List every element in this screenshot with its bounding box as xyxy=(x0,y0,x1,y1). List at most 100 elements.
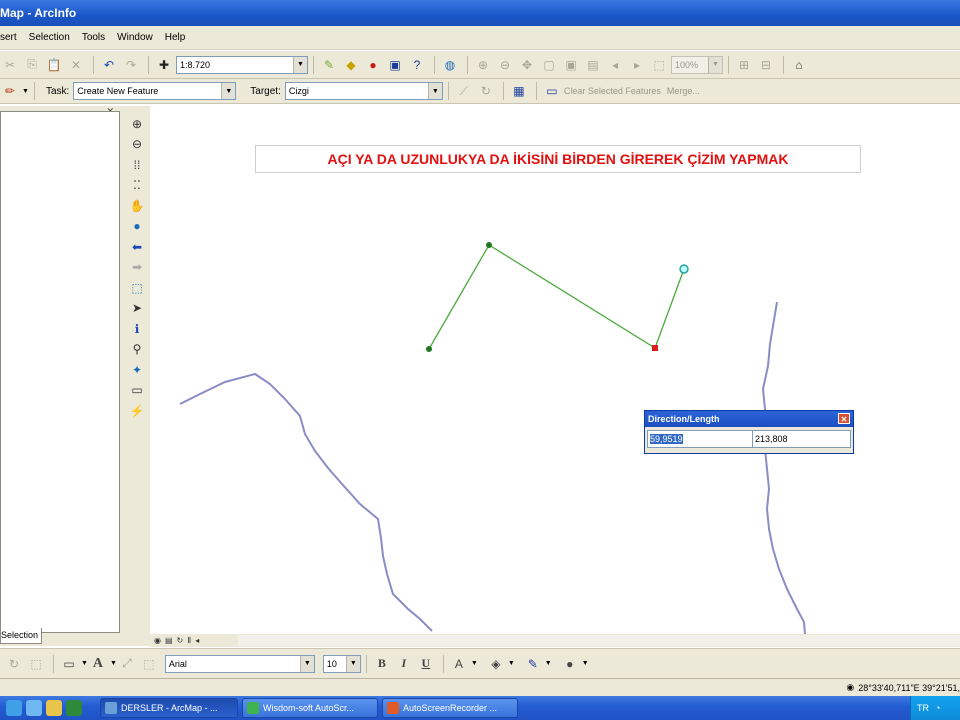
line-color-icon[interactable]: ✎ xyxy=(523,654,543,674)
zoom-to-selected-icon[interactable]: ⬚ xyxy=(26,654,46,674)
chevron-down-icon[interactable]: ▼ xyxy=(545,660,552,667)
close-icon[interactable]: ✕ xyxy=(838,413,850,424)
edit-vertices-icon[interactable]: ⤢ xyxy=(117,654,137,674)
full-extent-icon[interactable]: ● xyxy=(127,217,147,237)
fixed-zoom-in-icon[interactable]: ⁞⁞ xyxy=(127,155,147,175)
font-size-combo[interactable]: 10 ▼ xyxy=(322,654,361,673)
menu-help[interactable]: Help xyxy=(165,32,186,43)
layout-view-icon[interactable]: ▤ xyxy=(165,636,173,645)
language-indicator[interactable]: TR xyxy=(917,703,929,713)
focus-frame-icon[interactable]: ⊟ xyxy=(756,55,776,75)
layout-zoom-in-icon[interactable]: ⊕ xyxy=(473,55,493,75)
rotate-tool-icon[interactable]: ↻ xyxy=(476,81,496,101)
menu-insert[interactable]: sert xyxy=(0,32,17,43)
delete-icon[interactable]: ✕ xyxy=(66,55,86,75)
direction-field[interactable]: 59,9519 xyxy=(647,430,753,448)
scroll-left-icon[interactable]: ◂ xyxy=(195,636,199,645)
rotate-icon[interactable]: ↻ xyxy=(4,654,24,674)
sketch-vertex[interactable] xyxy=(426,346,432,352)
sketch-last-vertex[interactable] xyxy=(652,345,658,351)
quick-launch-ie-icon[interactable] xyxy=(6,700,22,716)
chevron-down-icon[interactable]: ▼ xyxy=(471,660,478,667)
fixed-zoom-out-icon[interactable]: ⁚⁚ xyxy=(127,176,147,196)
chevron-down-icon[interactable]: ▼ xyxy=(708,56,722,73)
paste-icon[interactable]: 📋 xyxy=(44,55,64,75)
text-tool-icon[interactable]: A xyxy=(88,654,108,674)
tab-selection[interactable]: Selection xyxy=(0,628,42,644)
command-line-icon[interactable]: ▣ xyxy=(385,55,405,75)
layout-full-icon[interactable]: ▢ xyxy=(539,55,559,75)
arctoolbox-icon[interactable]: ◆ xyxy=(341,55,361,75)
taskbar-item-arcmap[interactable]: DERSLER - ArcMap - ... xyxy=(100,698,238,718)
cut-icon[interactable]: ✂ xyxy=(0,55,20,75)
task-combo[interactable]: Create New Feature ▼ xyxy=(73,82,237,100)
italic-button[interactable]: I xyxy=(394,654,414,674)
clear-selected-features-button[interactable]: Clear Selected Features xyxy=(564,86,661,96)
underline-button[interactable]: U xyxy=(416,654,436,674)
chevron-down-icon[interactable]: ▼ xyxy=(22,88,29,95)
change-layout-icon[interactable]: ⌂ xyxy=(789,55,809,75)
fill-color-icon[interactable]: ◈ xyxy=(486,654,506,674)
sketch-vertex[interactable] xyxy=(486,242,492,248)
whats-this-icon[interactable]: ? xyxy=(407,55,427,75)
target-combo[interactable]: Cizgi ▼ xyxy=(284,82,443,100)
toggle-draft-icon[interactable]: ⊞ xyxy=(734,55,754,75)
menu-tools[interactable]: Tools xyxy=(82,32,105,43)
marker-color-icon[interactable]: ● xyxy=(560,654,580,674)
attributes-icon[interactable]: ▦ xyxy=(509,81,529,101)
layout-zoom-combo[interactable]: 100% ▼ xyxy=(671,55,723,74)
layout-pan-icon[interactable]: ✥ xyxy=(517,55,537,75)
bold-button[interactable]: B xyxy=(372,654,392,674)
go-to-xy-icon[interactable]: ✦ xyxy=(127,360,147,380)
identify-icon[interactable]: ℹ xyxy=(127,319,147,339)
pan-icon[interactable]: ✋ xyxy=(127,196,147,216)
undo-icon[interactable]: ↶ xyxy=(99,55,119,75)
chevron-down-icon[interactable]: ▼ xyxy=(345,655,360,672)
sketch-tool-icon[interactable]: ✏ xyxy=(0,81,20,101)
chevron-down-icon[interactable]: ▼ xyxy=(110,660,117,667)
font-name-combo[interactable]: Arial ▼ xyxy=(164,654,315,673)
find-icon[interactable]: ⚲ xyxy=(127,340,147,360)
split-tool-icon[interactable]: ⟋ xyxy=(454,81,474,101)
quick-launch-explorer-icon[interactable] xyxy=(46,700,62,716)
editor-toolbar-icon[interactable]: ✎ xyxy=(319,55,339,75)
forward-extent-icon[interactable]: ➡ xyxy=(127,258,147,278)
select-elements-icon[interactable]: ➤ xyxy=(127,299,147,319)
sketch-polyline[interactable] xyxy=(428,244,685,350)
copy-icon[interactable]: ⎘ xyxy=(22,55,42,75)
redo-icon[interactable]: ↷ xyxy=(121,55,141,75)
add-data-icon[interactable]: ✚ xyxy=(154,55,174,75)
toolbox-icon[interactable]: ● xyxy=(363,55,383,75)
pause-draw-icon[interactable]: Ⅱ xyxy=(187,636,191,645)
map-scale-combo[interactable]: 1:8.720 ▼ xyxy=(176,55,308,74)
horizontal-scrollbar[interactable] xyxy=(238,635,960,646)
menu-window[interactable]: Window xyxy=(117,32,153,43)
quick-launch-media-icon[interactable] xyxy=(66,700,82,716)
rectangle-tool-icon[interactable]: ▭ xyxy=(59,654,79,674)
table-of-contents-list[interactable] xyxy=(0,111,120,633)
refresh-icon[interactable]: ↻ xyxy=(177,636,184,645)
layout-zoom-out-icon[interactable]: ⊖ xyxy=(495,55,515,75)
measure-icon[interactable]: ▭ xyxy=(127,381,147,401)
back-extent-icon[interactable]: ⬅ xyxy=(127,237,147,257)
taskbar-item-autoscreenrecorder[interactable]: AutoScreenRecorder ... xyxy=(382,698,518,718)
chevron-down-icon[interactable]: ▼ xyxy=(508,660,515,667)
map-view[interactable] xyxy=(150,106,960,635)
layout-fixed-zoom-out-icon[interactable]: ▤ xyxy=(583,55,603,75)
font-color-icon[interactable]: A xyxy=(449,654,469,674)
tray-icon[interactable]: ◔ xyxy=(935,703,940,713)
map-canvas[interactable] xyxy=(150,106,960,635)
data-view-icon[interactable]: ◉ xyxy=(154,636,161,645)
chevron-down-icon[interactable]: ▼ xyxy=(582,660,589,667)
zoom-whole-page-icon[interactable]: ⬚ xyxy=(649,55,669,75)
layout-back-icon[interactable]: ◂ xyxy=(605,55,625,75)
layout-forward-icon[interactable]: ▸ xyxy=(627,55,647,75)
zoom-in-icon[interactable]: ⊕ xyxy=(127,114,147,134)
chevron-down-icon[interactable]: ▼ xyxy=(293,56,307,73)
chevron-down-icon[interactable]: ▼ xyxy=(81,660,88,667)
hyperlink-icon[interactable]: ⚡ xyxy=(127,401,147,421)
menu-selection[interactable]: Selection xyxy=(29,32,70,43)
chevron-down-icon[interactable]: ▼ xyxy=(427,83,442,99)
taskbar-item-autoscreen[interactable]: Wisdom-soft AutoScr... xyxy=(242,698,378,718)
select-features-icon[interactable]: ⬚ xyxy=(127,278,147,298)
